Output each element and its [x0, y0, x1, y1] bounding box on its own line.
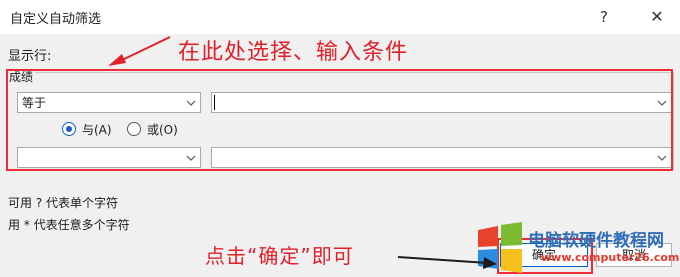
annotation-select-input-conditions: 在此处选择、输入条件: [178, 40, 409, 65]
help-button[interactable]: ?: [592, 6, 616, 28]
title-bar: 自定义自动筛选 ? ✕: [0, 0, 680, 34]
show-rows-label: 显示行:: [8, 49, 52, 64]
close-button[interactable]: ✕: [645, 6, 669, 28]
hint-single-char: 可用 ? 代表单个字符: [8, 196, 118, 210]
hint-multi-char: 用 * 代表任意多个字符: [8, 218, 130, 232]
watermark-url: www.computer26.com: [541, 251, 680, 264]
annotation-click-ok: 点击“确定”即可: [205, 244, 354, 268]
windows-logo-icon: [478, 222, 522, 273]
arrow-to-conditions-icon: [108, 36, 171, 66]
watermark-title: 电脑软硬件教程网: [528, 231, 664, 251]
dialog-title: 自定义自动筛选: [10, 12, 102, 27]
conditions-highlight-box: [6, 69, 673, 171]
